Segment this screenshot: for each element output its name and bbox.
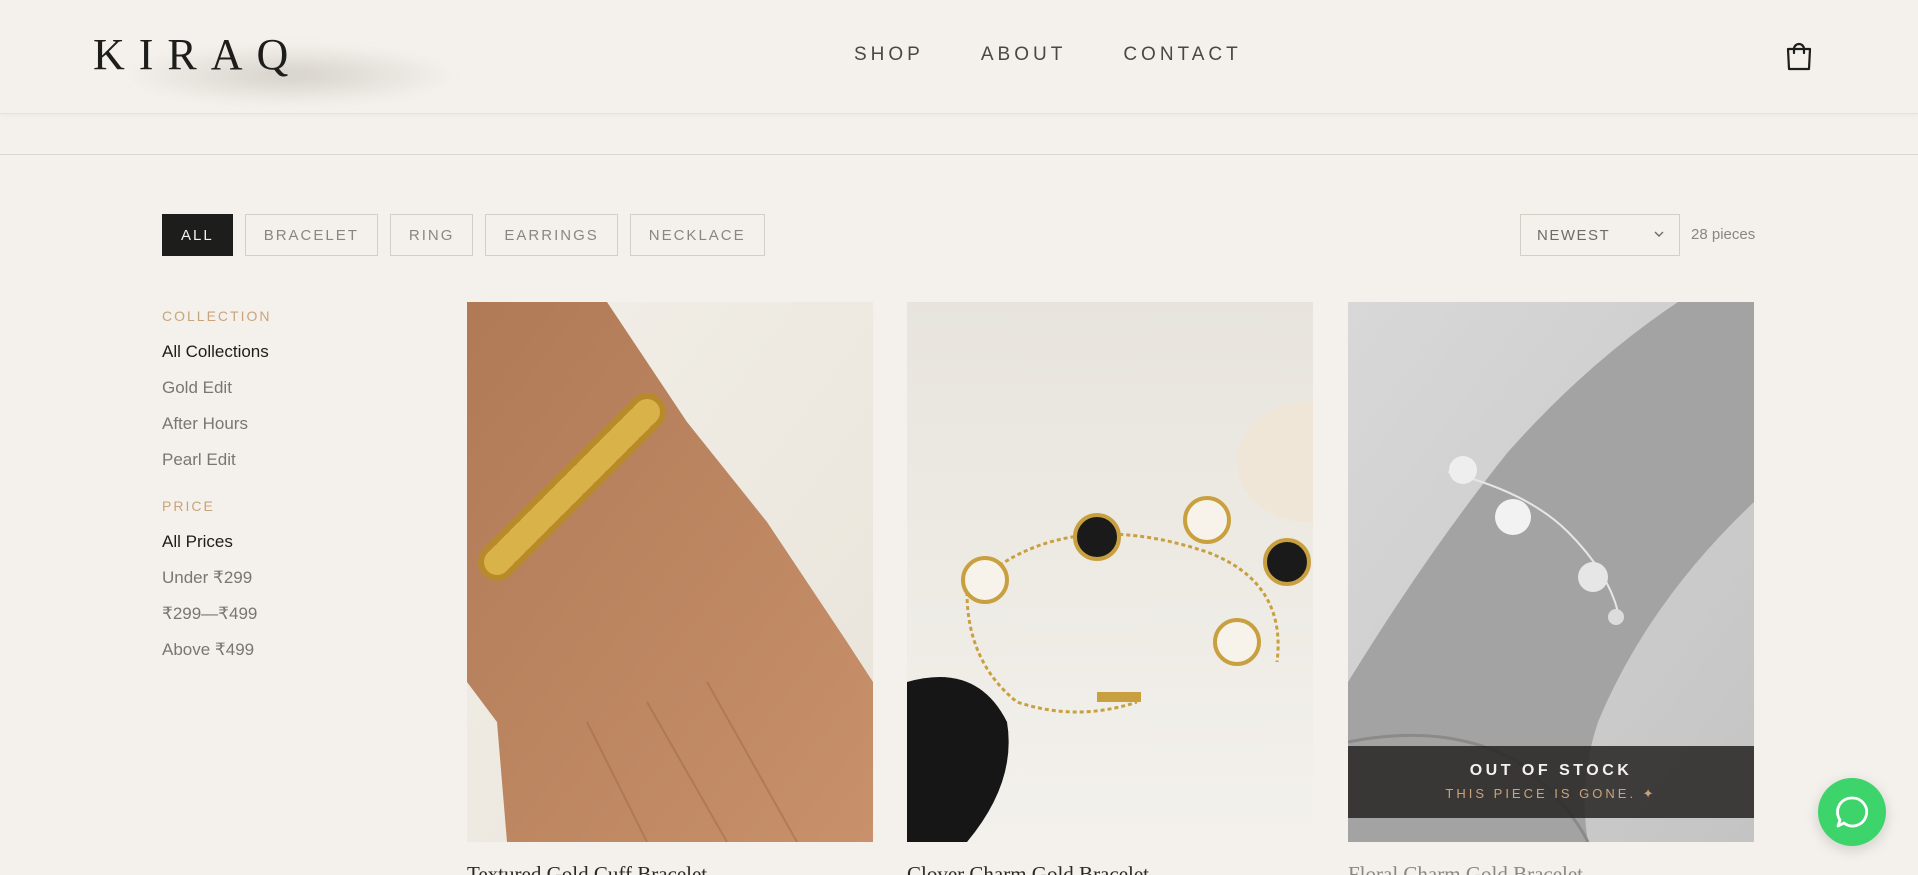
- filter-chip-all[interactable]: ALL: [162, 214, 233, 256]
- product-title[interactable]: Clover Charm Gold Bracelet: [907, 862, 1149, 875]
- price-item-all[interactable]: All Prices: [162, 532, 402, 552]
- main-nav: SHOP ABOUT CONTACT: [854, 44, 1299, 66]
- price-heading: PRICE: [162, 498, 215, 514]
- price-item-under-299[interactable]: Under ₹299: [162, 568, 402, 588]
- product-card[interactable]: [907, 302, 1313, 842]
- price-item-299-499[interactable]: ₹299—₹499: [162, 604, 402, 624]
- result-count: 28 pieces: [1691, 226, 1756, 243]
- category-filters: ALL BRACELET RING EARRINGS NECKLACE: [162, 214, 765, 256]
- nav-about[interactable]: ABOUT: [981, 44, 1066, 66]
- site-header: KIRAQ SHOP ABOUT CONTACT: [0, 0, 1918, 114]
- price-filter-group: PRICE All Prices Under ₹299 ₹299—₹499 Ab…: [162, 498, 402, 660]
- collection-filter-group: COLLECTION All Collections Gold Edit Aft…: [162, 308, 402, 470]
- product-image: [907, 302, 1313, 842]
- product-card[interactable]: [467, 302, 873, 842]
- brand-logo[interactable]: KIRAQ: [93, 30, 302, 80]
- product-image: [467, 302, 873, 842]
- collection-item-gold-edit[interactable]: Gold Edit: [162, 378, 402, 398]
- chat-bubble-icon[interactable]: [1818, 778, 1886, 846]
- nav-contact[interactable]: CONTACT: [1123, 44, 1241, 66]
- filter-chip-necklace[interactable]: NECKLACE: [629, 214, 765, 256]
- product-card[interactable]: OUT OF STOCK THIS PIECE IS GONE. ✦: [1348, 302, 1754, 842]
- sort-value: NEWEST: [1537, 226, 1611, 244]
- collection-item-after-hours[interactable]: After Hours: [162, 414, 402, 434]
- collection-item-pearl-edit[interactable]: Pearl Edit: [162, 450, 402, 470]
- collection-heading: COLLECTION: [162, 308, 272, 324]
- product-title[interactable]: Textured Gold Cuff Bracelet: [467, 862, 707, 875]
- header-divider: [0, 154, 1918, 155]
- shopping-bag-icon[interactable]: [1784, 40, 1814, 72]
- nav-shop[interactable]: SHOP: [854, 44, 924, 66]
- filter-chip-ring[interactable]: RING: [389, 214, 474, 256]
- collection-item-all[interactable]: All Collections: [162, 342, 402, 362]
- out-of-stock-subtitle: THIS PIECE IS GONE. ✦: [1445, 786, 1657, 801]
- price-item-above-499[interactable]: Above ₹499: [162, 640, 402, 660]
- out-of-stock-banner: OUT OF STOCK THIS PIECE IS GONE. ✦: [1348, 746, 1754, 818]
- chevron-down-icon: [1654, 231, 1664, 237]
- out-of-stock-title: OUT OF STOCK: [1469, 762, 1633, 779]
- sort-select[interactable]: NEWEST: [1520, 214, 1680, 256]
- filter-chip-bracelet[interactable]: BRACELET: [244, 214, 378, 256]
- filter-chip-earrings[interactable]: EARRINGS: [485, 214, 618, 256]
- product-title[interactable]: Floral Charm Gold Bracelet: [1348, 862, 1583, 875]
- filter-sidebar: COLLECTION All Collections Gold Edit Aft…: [162, 308, 402, 688]
